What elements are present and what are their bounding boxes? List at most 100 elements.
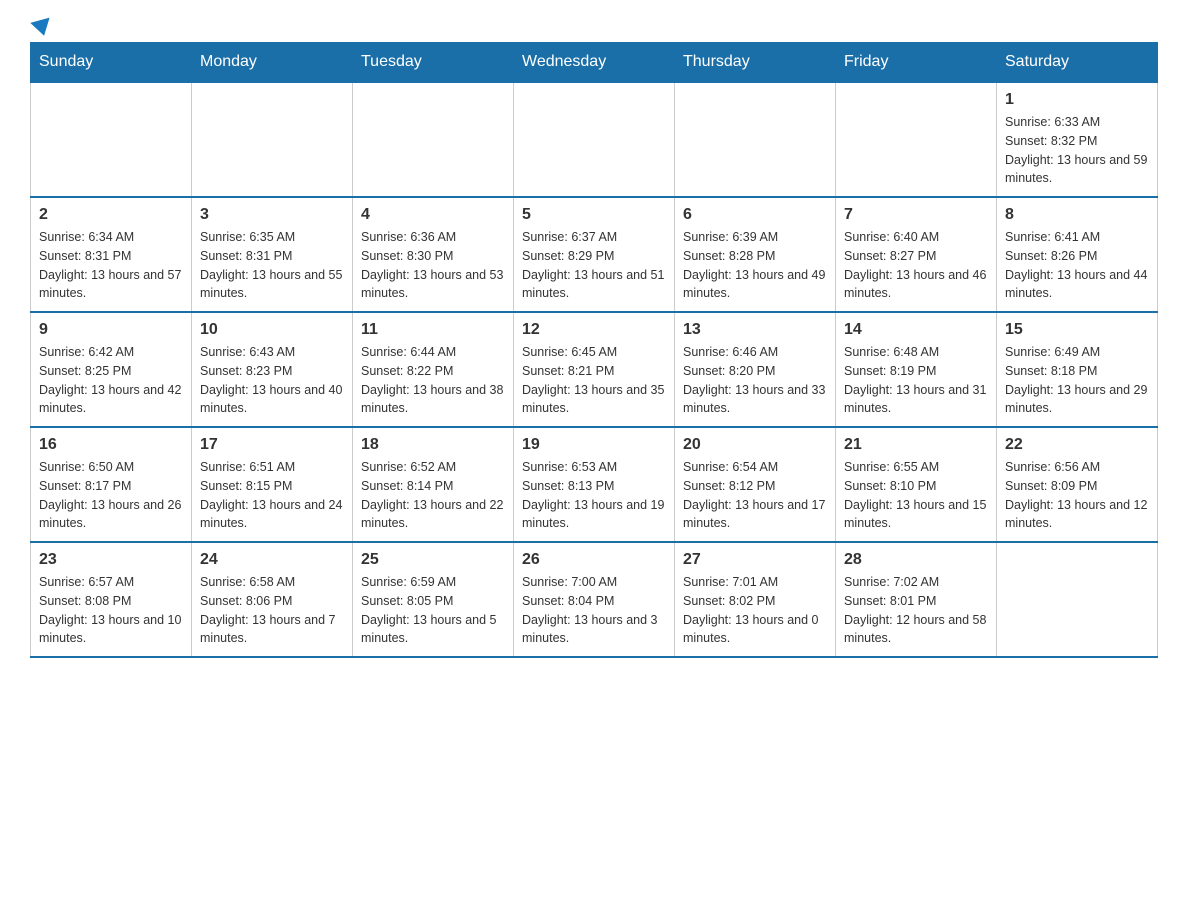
calendar-cell: 14 Sunrise: 6:48 AM Sunset: 8:19 PM Dayli… bbox=[836, 312, 997, 427]
day-info: Sunrise: 6:46 AM Sunset: 8:20 PM Dayligh… bbox=[683, 343, 827, 418]
day-info: Sunrise: 6:36 AM Sunset: 8:30 PM Dayligh… bbox=[361, 228, 505, 303]
day-info: Sunrise: 6:57 AM Sunset: 8:08 PM Dayligh… bbox=[39, 573, 183, 648]
calendar-week-1: 1 Sunrise: 6:33 AM Sunset: 8:32 PM Daylig… bbox=[31, 82, 1158, 197]
calendar-cell bbox=[192, 82, 353, 197]
calendar-cell: 17 Sunrise: 6:51 AM Sunset: 8:15 PM Dayli… bbox=[192, 427, 353, 542]
day-info: Sunrise: 6:40 AM Sunset: 8:27 PM Dayligh… bbox=[844, 228, 988, 303]
day-info: Sunrise: 6:41 AM Sunset: 8:26 PM Dayligh… bbox=[1005, 228, 1149, 303]
calendar-cell bbox=[31, 82, 192, 197]
calendar-cell: 9 Sunrise: 6:42 AM Sunset: 8:25 PM Daylig… bbox=[31, 312, 192, 427]
day-info: Sunrise: 6:51 AM Sunset: 8:15 PM Dayligh… bbox=[200, 458, 344, 533]
day-number: 11 bbox=[361, 321, 505, 339]
day-number: 28 bbox=[844, 551, 988, 569]
day-number: 24 bbox=[200, 551, 344, 569]
page-header bbox=[30, 20, 1158, 32]
column-header-wednesday: Wednesday bbox=[514, 43, 675, 83]
logo bbox=[30, 20, 52, 32]
calendar-cell: 21Sunrise: 6:55 AM Sunset: 8:10 PM Dayli… bbox=[836, 427, 997, 542]
calendar-cell: 7Sunrise: 6:40 AM Sunset: 8:27 PM Daylig… bbox=[836, 197, 997, 312]
day-number: 10 bbox=[200, 321, 344, 339]
calendar-cell: 1 Sunrise: 6:33 AM Sunset: 8:32 PM Daylig… bbox=[997, 82, 1158, 197]
day-info: Sunrise: 6:48 AM Sunset: 8:19 PM Dayligh… bbox=[844, 343, 988, 418]
day-info: Sunrise: 7:00 AM Sunset: 8:04 PM Dayligh… bbox=[522, 573, 666, 648]
day-number: 15 bbox=[1005, 321, 1149, 339]
calendar-cell: 3 Sunrise: 6:35 AM Sunset: 8:31 PM Daylig… bbox=[192, 197, 353, 312]
calendar-cell bbox=[353, 82, 514, 197]
calendar-cell: 5 Sunrise: 6:37 AM Sunset: 8:29 PM Daylig… bbox=[514, 197, 675, 312]
day-number: 19 bbox=[522, 436, 666, 454]
day-info: Sunrise: 6:50 AM Sunset: 8:17 PM Dayligh… bbox=[39, 458, 183, 533]
day-number: 25 bbox=[361, 551, 505, 569]
calendar-cell: 12 Sunrise: 6:45 AM Sunset: 8:21 PM Dayli… bbox=[514, 312, 675, 427]
calendar-cell: 25 Sunrise: 6:59 AM Sunset: 8:05 PM Dayli… bbox=[353, 542, 514, 657]
calendar-cell: 23 Sunrise: 6:57 AM Sunset: 8:08 PM Dayli… bbox=[31, 542, 192, 657]
calendar-cell: 2 Sunrise: 6:34 AM Sunset: 8:31 PM Daylig… bbox=[31, 197, 192, 312]
calendar-week-2: 2 Sunrise: 6:34 AM Sunset: 8:31 PM Daylig… bbox=[31, 197, 1158, 312]
calendar-header-row: SundayMondayTuesdayWednesdayThursdayFrid… bbox=[31, 43, 1158, 83]
calendar-cell: 22 Sunrise: 6:56 AM Sunset: 8:09 PM Dayli… bbox=[997, 427, 1158, 542]
calendar-cell: 20 Sunrise: 6:54 AM Sunset: 8:12 PM Dayli… bbox=[675, 427, 836, 542]
calendar-cell: 13 Sunrise: 6:46 AM Sunset: 8:20 PM Dayli… bbox=[675, 312, 836, 427]
day-info: Sunrise: 6:42 AM Sunset: 8:25 PM Dayligh… bbox=[39, 343, 183, 418]
day-number: 17 bbox=[200, 436, 344, 454]
day-number: 27 bbox=[683, 551, 827, 569]
day-info: Sunrise: 6:55 AM Sunset: 8:10 PM Dayligh… bbox=[844, 458, 988, 533]
calendar-cell bbox=[675, 82, 836, 197]
day-info: Sunrise: 6:33 AM Sunset: 8:32 PM Dayligh… bbox=[1005, 113, 1149, 188]
day-number: 14 bbox=[844, 321, 988, 339]
day-number: 13 bbox=[683, 321, 827, 339]
day-number: 1 bbox=[1005, 91, 1149, 109]
calendar-cell: 18Sunrise: 6:52 AM Sunset: 8:14 PM Dayli… bbox=[353, 427, 514, 542]
calendar-week-4: 16 Sunrise: 6:50 AM Sunset: 8:17 PM Dayli… bbox=[31, 427, 1158, 542]
day-number: 3 bbox=[200, 206, 344, 224]
calendar-cell: 15 Sunrise: 6:49 AM Sunset: 8:18 PM Dayli… bbox=[997, 312, 1158, 427]
day-number: 8 bbox=[1005, 206, 1149, 224]
day-number: 16 bbox=[39, 436, 183, 454]
day-info: Sunrise: 6:43 AM Sunset: 8:23 PM Dayligh… bbox=[200, 343, 344, 418]
calendar-cell: 8 Sunrise: 6:41 AM Sunset: 8:26 PM Daylig… bbox=[997, 197, 1158, 312]
calendar-cell bbox=[836, 82, 997, 197]
day-number: 9 bbox=[39, 321, 183, 339]
day-info: Sunrise: 6:49 AM Sunset: 8:18 PM Dayligh… bbox=[1005, 343, 1149, 418]
calendar-week-3: 9 Sunrise: 6:42 AM Sunset: 8:25 PM Daylig… bbox=[31, 312, 1158, 427]
calendar-cell bbox=[514, 82, 675, 197]
calendar-cell: 6 Sunrise: 6:39 AM Sunset: 8:28 PM Daylig… bbox=[675, 197, 836, 312]
calendar-cell: 10 Sunrise: 6:43 AM Sunset: 8:23 PM Dayli… bbox=[192, 312, 353, 427]
day-info: Sunrise: 6:45 AM Sunset: 8:21 PM Dayligh… bbox=[522, 343, 666, 418]
day-number: 5 bbox=[522, 206, 666, 224]
day-number: 26 bbox=[522, 551, 666, 569]
day-info: Sunrise: 6:56 AM Sunset: 8:09 PM Dayligh… bbox=[1005, 458, 1149, 533]
day-info: Sunrise: 6:52 AM Sunset: 8:14 PM Dayligh… bbox=[361, 458, 505, 533]
day-info: Sunrise: 7:02 AM Sunset: 8:01 PM Dayligh… bbox=[844, 573, 988, 648]
column-header-friday: Friday bbox=[836, 43, 997, 83]
calendar-cell: 28 Sunrise: 7:02 AM Sunset: 8:01 PM Dayli… bbox=[836, 542, 997, 657]
calendar-cell: 16 Sunrise: 6:50 AM Sunset: 8:17 PM Dayli… bbox=[31, 427, 192, 542]
calendar-cell: 24 Sunrise: 6:58 AM Sunset: 8:06 PM Dayli… bbox=[192, 542, 353, 657]
day-number: 12 bbox=[522, 321, 666, 339]
logo-triangle-icon bbox=[30, 18, 53, 39]
day-info: Sunrise: 6:58 AM Sunset: 8:06 PM Dayligh… bbox=[200, 573, 344, 648]
day-info: Sunrise: 6:44 AM Sunset: 8:22 PM Dayligh… bbox=[361, 343, 505, 418]
day-number: 23 bbox=[39, 551, 183, 569]
column-header-tuesday: Tuesday bbox=[353, 43, 514, 83]
day-info: Sunrise: 6:53 AM Sunset: 8:13 PM Dayligh… bbox=[522, 458, 666, 533]
day-number: 22 bbox=[1005, 436, 1149, 454]
day-info: Sunrise: 6:34 AM Sunset: 8:31 PM Dayligh… bbox=[39, 228, 183, 303]
day-number: 6 bbox=[683, 206, 827, 224]
day-info: Sunrise: 7:01 AM Sunset: 8:02 PM Dayligh… bbox=[683, 573, 827, 648]
column-header-saturday: Saturday bbox=[997, 43, 1158, 83]
day-info: Sunrise: 6:39 AM Sunset: 8:28 PM Dayligh… bbox=[683, 228, 827, 303]
day-info: Sunrise: 6:54 AM Sunset: 8:12 PM Dayligh… bbox=[683, 458, 827, 533]
column-header-sunday: Sunday bbox=[31, 43, 192, 83]
day-number: 20 bbox=[683, 436, 827, 454]
calendar-week-5: 23 Sunrise: 6:57 AM Sunset: 8:08 PM Dayli… bbox=[31, 542, 1158, 657]
calendar-cell: 26 Sunrise: 7:00 AM Sunset: 8:04 PM Dayli… bbox=[514, 542, 675, 657]
day-info: Sunrise: 6:37 AM Sunset: 8:29 PM Dayligh… bbox=[522, 228, 666, 303]
column-header-monday: Monday bbox=[192, 43, 353, 83]
day-info: Sunrise: 6:35 AM Sunset: 8:31 PM Dayligh… bbox=[200, 228, 344, 303]
day-info: Sunrise: 6:59 AM Sunset: 8:05 PM Dayligh… bbox=[361, 573, 505, 648]
day-number: 2 bbox=[39, 206, 183, 224]
day-number: 4 bbox=[361, 206, 505, 224]
calendar-table: SundayMondayTuesdayWednesdayThursdayFrid… bbox=[30, 42, 1158, 658]
calendar-cell: 11 Sunrise: 6:44 AM Sunset: 8:22 PM Dayli… bbox=[353, 312, 514, 427]
